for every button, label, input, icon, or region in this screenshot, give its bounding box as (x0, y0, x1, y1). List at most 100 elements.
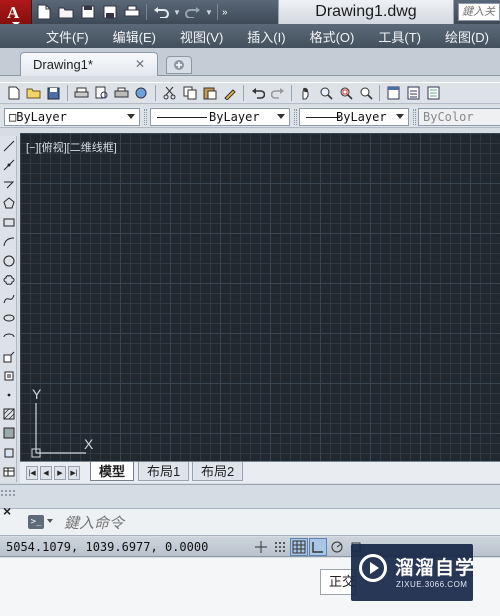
print-preview-icon[interactable] (92, 84, 111, 103)
search-input[interactable]: 鍵入关 (458, 3, 500, 21)
command-input[interactable] (64, 513, 364, 533)
standard-toolbar (0, 82, 500, 104)
menu-insert[interactable]: 插入(I) (247, 27, 285, 46)
menu-file[interactable]: 文件(F) (46, 27, 89, 46)
save-icon[interactable] (78, 3, 98, 21)
gradient-icon[interactable] (0, 424, 17, 443)
new-icon[interactable] (4, 84, 23, 103)
zoom-window-icon[interactable] (336, 84, 355, 103)
print-icon[interactable] (72, 84, 91, 103)
last-layout-icon[interactable]: ▶| (68, 466, 80, 480)
tab-layout2[interactable]: 布局2 (192, 462, 244, 481)
toolbar-separator (67, 85, 68, 101)
line-icon[interactable] (0, 136, 17, 155)
zoom-previous-icon[interactable] (356, 84, 375, 103)
watermark-logo: 溜溜自学 ZIXUE.3066.COM (351, 544, 474, 601)
drawing-canvas[interactable]: [−][俯视][二维线框] Y X (20, 133, 500, 461)
viewport-controls-label[interactable]: [−][俯视][二维线框] (26, 139, 117, 155)
close-tab-icon[interactable]: ✕ (135, 57, 145, 71)
ucs-icon: Y X (30, 389, 110, 461)
insert-block-icon[interactable] (0, 347, 17, 366)
new-icon[interactable] (34, 3, 54, 21)
linetype-dropdown[interactable]: ByLayer (150, 108, 290, 126)
redo-icon[interactable] (268, 84, 287, 103)
redo-dropdown-icon[interactable]: ▼ (205, 8, 213, 17)
region-icon[interactable] (0, 443, 17, 462)
tool-palettes-icon[interactable] (424, 84, 443, 103)
plotstyle-dropdown[interactable]: ByColor (418, 108, 500, 126)
toolbar-grip[interactable] (413, 109, 416, 125)
menu-edit[interactable]: 编辑(E) (113, 27, 156, 46)
revision-cloud-icon[interactable] (0, 270, 17, 289)
menu-format[interactable]: 格式(O) (310, 27, 355, 46)
menu-tools[interactable]: 工具(T) (378, 27, 421, 46)
copy-icon[interactable] (180, 84, 199, 103)
polyline-icon[interactable] (0, 174, 17, 193)
menu-view[interactable]: 视图(V) (180, 27, 223, 46)
cut-icon[interactable] (160, 84, 179, 103)
tab-layout1[interactable]: 布局1 (138, 462, 190, 481)
tab-drawing1[interactable]: Drawing1* ✕ (20, 52, 158, 76)
ellipse-arc-icon[interactable] (0, 328, 17, 347)
paste-icon[interactable] (200, 84, 219, 103)
redo-icon[interactable] (183, 3, 203, 21)
prev-layout-icon[interactable]: ◀ (40, 466, 52, 480)
print-icon[interactable] (122, 3, 142, 21)
undo-icon[interactable] (151, 3, 171, 21)
tab-model[interactable]: 模型 (90, 462, 135, 481)
next-layout-icon[interactable]: ▶ (54, 466, 66, 480)
menu-draw[interactable]: 绘图(D) (445, 27, 489, 46)
command-prompt-icon[interactable]: >_ (28, 515, 44, 529)
open-icon[interactable] (24, 84, 43, 103)
chevron-down-icon (396, 114, 404, 119)
spline-icon[interactable] (0, 290, 17, 309)
undo-dropdown-icon[interactable]: ▼ (173, 8, 181, 17)
design-center-icon[interactable] (404, 84, 423, 103)
chevron-down-icon[interactable] (47, 519, 53, 523)
make-block-icon[interactable] (0, 366, 17, 385)
point-icon[interactable] (0, 385, 17, 404)
autocad-logo-icon: A (7, 3, 20, 22)
pan-icon[interactable] (296, 84, 315, 103)
undo-icon[interactable] (248, 84, 267, 103)
line-sample (157, 117, 207, 118)
command-line: × >_ (0, 503, 500, 536)
properties-icon[interactable] (384, 84, 403, 103)
toolbar-separator (243, 85, 244, 101)
infer-constraints-icon[interactable] (252, 538, 270, 556)
rectangle-icon[interactable] (0, 213, 17, 232)
lineweight-value: ByLayer (336, 110, 387, 124)
construction-line-icon[interactable] (0, 155, 17, 174)
toolbar-separator (291, 85, 292, 101)
snap-mode-icon[interactable] (271, 538, 289, 556)
overflow-chevron-icon[interactable]: » (222, 7, 236, 18)
first-layout-icon[interactable]: |◀ (26, 466, 38, 480)
new-tab-button[interactable] (166, 56, 192, 74)
publish-icon[interactable] (112, 84, 131, 103)
match-properties-icon[interactable] (220, 84, 239, 103)
zoom-realtime-icon[interactable] (316, 84, 335, 103)
toolbar-grip[interactable] (294, 109, 297, 125)
dock-grip-icon[interactable] (0, 489, 18, 499)
ortho-mode-icon[interactable] (309, 538, 327, 556)
circle-icon[interactable] (0, 251, 17, 270)
save-icon[interactable] (44, 84, 63, 103)
layer-dropdown[interactable]: □ByLayer (4, 108, 140, 126)
open-icon[interactable] (56, 3, 76, 21)
table-icon[interactable] (0, 462, 17, 481)
cursor-coordinates[interactable]: 5054.1079, 1039.6977, 0.0000 (6, 540, 208, 554)
toolbar-grip[interactable] (144, 109, 147, 125)
hatch-icon[interactable] (0, 405, 17, 424)
plus-icon (174, 60, 184, 70)
close-icon[interactable]: × (3, 503, 11, 519)
watermark-url: ZIXUE.3066.COM (396, 580, 468, 589)
polar-tracking-icon[interactable] (328, 538, 346, 556)
polygon-icon[interactable] (0, 194, 17, 213)
ellipse-icon[interactable] (0, 309, 17, 328)
lineweight-dropdown[interactable]: ByLayer (299, 108, 409, 126)
grid-display-icon[interactable] (290, 538, 308, 556)
status-toggles (252, 538, 365, 556)
arc-icon[interactable] (0, 232, 17, 251)
3d-dwf-icon[interactable] (132, 84, 151, 103)
saveas-icon[interactable] (100, 3, 120, 21)
